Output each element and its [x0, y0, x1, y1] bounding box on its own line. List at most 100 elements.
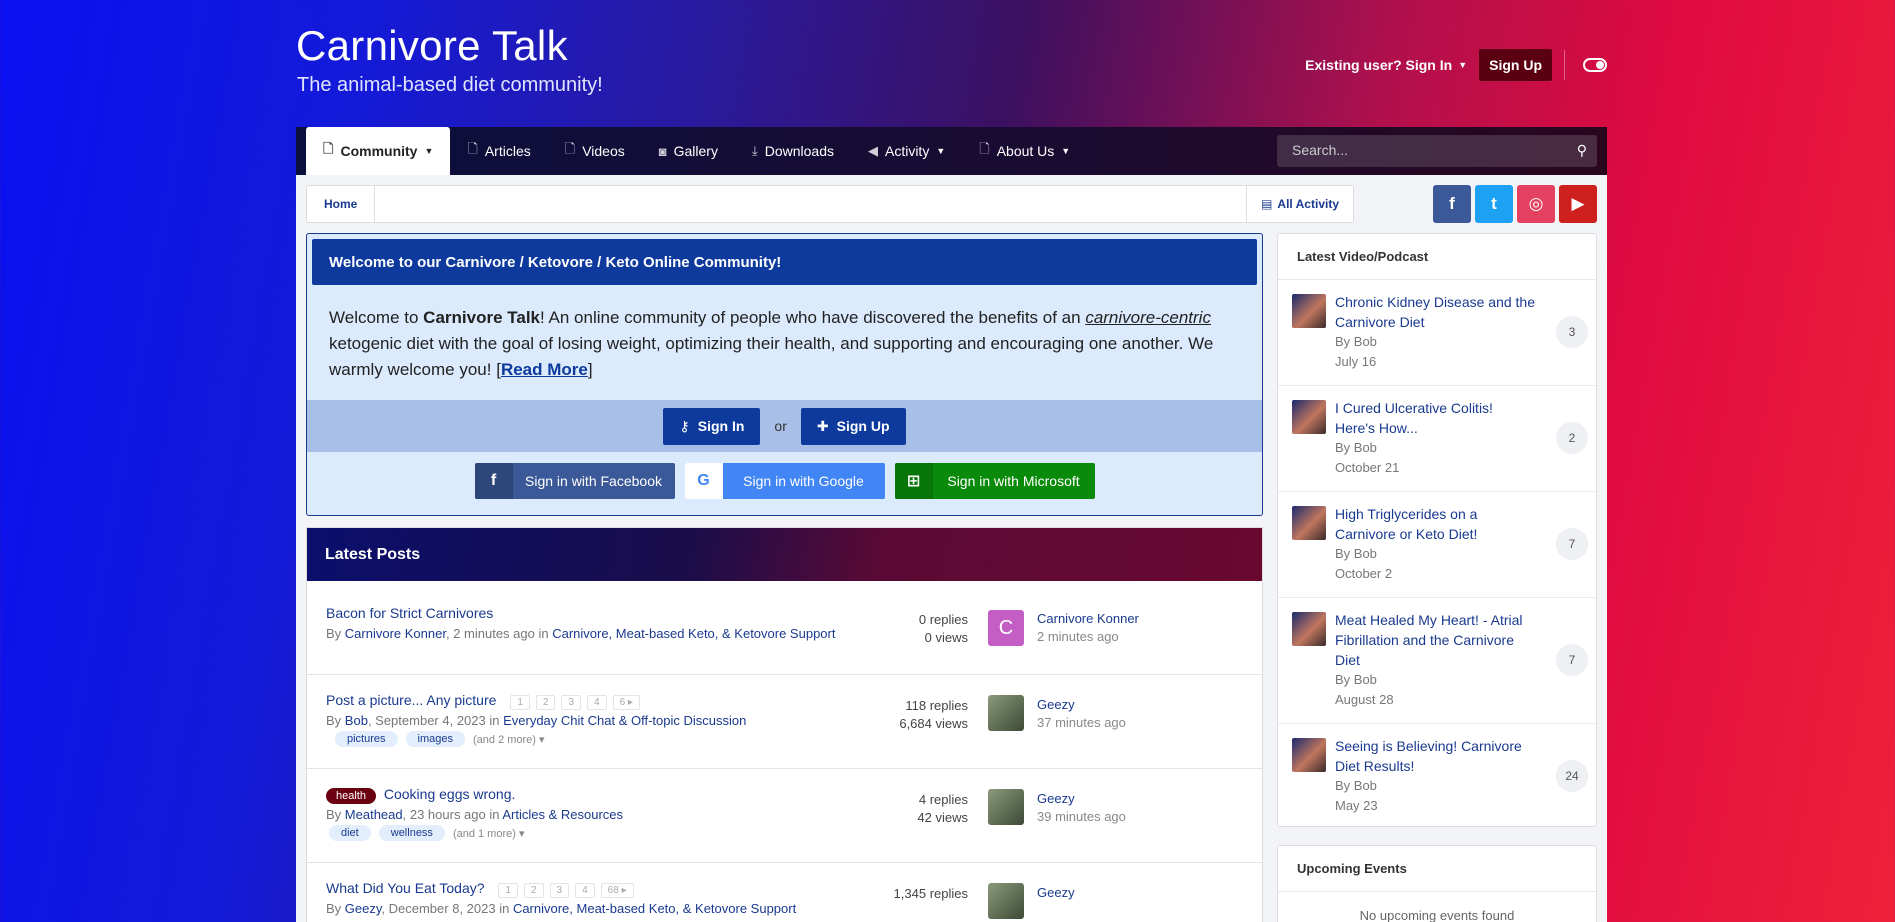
table-row: Post a picture... Any picture 1 2 3 4 6 …	[307, 675, 1262, 769]
nav-about-us[interactable]: 🗋 About Us ▼	[962, 127, 1087, 175]
nav-activity[interactable]: ◀ Activity ▼	[851, 127, 962, 175]
signin-dropdown[interactable]: Existing user? Sign In ▼	[1305, 57, 1467, 73]
post-title[interactable]: What Did You Eat Today?	[326, 880, 485, 896]
facebook-signin-button[interactable]: f Sign in with Facebook	[474, 463, 675, 499]
list-item: High Triglycerides on a Carnivore or Ket…	[1278, 492, 1596, 598]
read-more-link[interactable]: Read More	[501, 360, 588, 379]
tag[interactable]: diet	[329, 825, 371, 841]
page-link[interactable]: 2	[523, 883, 544, 898]
avatar[interactable]: C	[988, 610, 1024, 646]
tag-list: diet wellness (and 1 more) ▾	[329, 825, 525, 841]
twitter-icon[interactable]: t	[1475, 185, 1513, 223]
page-link[interactable]: 68 ▸	[600, 883, 634, 898]
list-item: Chronic Kidney Disease and the Carnivore…	[1278, 280, 1596, 386]
nav-gallery[interactable]: ◙ Gallery	[642, 127, 735, 175]
page-icon: 🗋	[323, 141, 334, 156]
video-title[interactable]: High Triglycerides on a Carnivore or Ket…	[1335, 504, 1535, 544]
site-title[interactable]: Carnivore Talk	[296, 22, 568, 70]
signup-button[interactable]: Sign Up	[1479, 49, 1552, 81]
forum-link[interactable]: Articles & Resources	[502, 807, 623, 822]
page-link[interactable]: 4	[575, 883, 595, 898]
avatar[interactable]	[1292, 294, 1326, 328]
tag[interactable]: pictures	[335, 731, 398, 747]
social-signin: f Sign in with Facebook G Sign in with G…	[307, 463, 1262, 499]
main-nav: 🗋 Community ▼ 🗋 Articles 🗋 Videos ◙ Gall…	[296, 127, 1607, 175]
last-poster[interactable]: Geezy	[1037, 791, 1075, 806]
last-poster[interactable]: Geezy	[1037, 697, 1075, 712]
nav-label: About Us	[996, 143, 1055, 159]
page-link[interactable]: 6 ▸	[612, 695, 640, 710]
pagination: 1 2 3 4 6 ▸	[510, 695, 640, 710]
avatar[interactable]	[1292, 612, 1326, 646]
more-tags[interactable]: (and 1 more) ▾	[453, 827, 525, 840]
post-meta: By Carnivore Konner, 2 minutes ago in Ca…	[326, 626, 836, 641]
tag[interactable]: wellness	[378, 825, 445, 841]
signin-label: Existing user? Sign In	[1305, 57, 1453, 73]
forum-link[interactable]: Carnivore, Meat-based Keto, & Ketovore S…	[552, 626, 835, 641]
forum-link[interactable]: Everyday Chit Chat & Off-topic Discussio…	[503, 713, 746, 728]
table-row: health Cooking eggs wrong. By Meathead, …	[307, 769, 1262, 863]
nav-articles[interactable]: 🗋 Articles	[450, 127, 547, 175]
table-row: Bacon for Strict Carnivores By Carnivore…	[307, 581, 1262, 675]
post-stats: 118 replies 6,684 views	[899, 698, 968, 731]
youtube-icon[interactable]: ▶	[1559, 185, 1597, 223]
avatar[interactable]	[988, 695, 1024, 731]
page-link[interactable]: 4	[587, 695, 607, 710]
avatar[interactable]	[988, 883, 1024, 919]
search-icon[interactable]: ⚲	[1577, 142, 1587, 159]
all-activity-link[interactable]: ▤ All Activity	[1246, 186, 1353, 222]
more-tags[interactable]: (and 2 more) ▾	[473, 733, 545, 746]
or-text: or	[774, 418, 787, 434]
welcome-heading: Welcome to our Carnivore / Ketovore / Ke…	[312, 239, 1257, 285]
page-link[interactable]: 1	[510, 695, 530, 710]
post-stats: 4 replies 42 views	[917, 792, 968, 825]
avatar[interactable]	[1292, 738, 1326, 772]
avatar[interactable]	[1292, 506, 1326, 540]
author-link[interactable]: Carnivore Konner	[345, 626, 446, 641]
video-title[interactable]: I Cured Ulcerative Colitis! Here's How..…	[1335, 398, 1535, 438]
last-poster[interactable]: Geezy	[1037, 885, 1075, 900]
list-icon: ▤	[1261, 197, 1273, 211]
nav-label: Gallery	[673, 143, 718, 159]
video-title[interactable]: Seeing is Believing! Carnivore Diet Resu…	[1335, 736, 1535, 776]
chevron-down-icon: ▼	[1061, 146, 1071, 156]
nav-label: Articles	[484, 143, 531, 159]
post-stats: 0 replies 0 views	[918, 612, 968, 645]
instagram-icon[interactable]: ◎	[1517, 185, 1555, 223]
avatar[interactable]	[988, 789, 1024, 825]
nav-downloads[interactable]: ⤓ Downloads	[735, 127, 851, 175]
prefix-tag[interactable]: health	[326, 788, 376, 804]
theme-toggle-icon[interactable]	[1583, 58, 1607, 72]
post-title[interactable]: Cooking eggs wrong.	[384, 786, 516, 802]
page-link[interactable]: 3	[561, 695, 581, 710]
table-row: What Did You Eat Today? 1 2 3 4 68 ▸ By …	[307, 863, 1262, 922]
nav-videos[interactable]: 🗋 Videos	[548, 127, 642, 175]
microsoft-signin-button[interactable]: ⊞ Sign in with Microsoft	[894, 463, 1095, 499]
tag[interactable]: images	[405, 731, 465, 747]
video-meta: By Bob October 2	[1335, 546, 1393, 581]
author-link[interactable]: Bob	[345, 713, 368, 728]
forum-link[interactable]: Carnivore, Meat-based Keto, & Ketovore S…	[513, 901, 796, 916]
search-input[interactable]: Search... ⚲	[1277, 135, 1597, 167]
breadcrumb-home[interactable]: Home	[307, 186, 376, 222]
video-title[interactable]: Chronic Kidney Disease and the Carnivore…	[1335, 292, 1535, 332]
welcome-signup-button[interactable]: ✚ Sign Up	[800, 407, 906, 445]
post-title[interactable]: Post a picture... Any picture	[326, 692, 496, 708]
page-link[interactable]: 2	[535, 695, 556, 710]
page-link[interactable]: 1	[498, 883, 518, 898]
last-poster[interactable]: Carnivore Konner	[1037, 611, 1139, 626]
facebook-icon: f	[474, 463, 513, 499]
post-stats: 1,345 replies	[893, 886, 968, 901]
welcome-signin-button[interactable]: ⚷ Sign In	[663, 407, 761, 445]
google-signin-button[interactable]: G Sign in with Google	[684, 463, 885, 499]
post-title[interactable]: Bacon for Strict Carnivores	[326, 605, 493, 621]
video-title[interactable]: Meat Healed My Heart! - Atrial Fibrillat…	[1335, 610, 1535, 670]
welcome-box: Welcome to our Carnivore / Ketovore / Ke…	[306, 233, 1263, 516]
avatar[interactable]	[1292, 400, 1326, 434]
page-link[interactable]: 3	[549, 883, 570, 898]
facebook-icon[interactable]: f	[1433, 185, 1471, 223]
nav-community[interactable]: 🗋 Community ▼	[306, 127, 451, 175]
author-link[interactable]: Meathead	[345, 807, 403, 822]
author-link[interactable]: Geezy	[345, 901, 382, 916]
chevron-down-icon: ▼	[1458, 60, 1468, 70]
